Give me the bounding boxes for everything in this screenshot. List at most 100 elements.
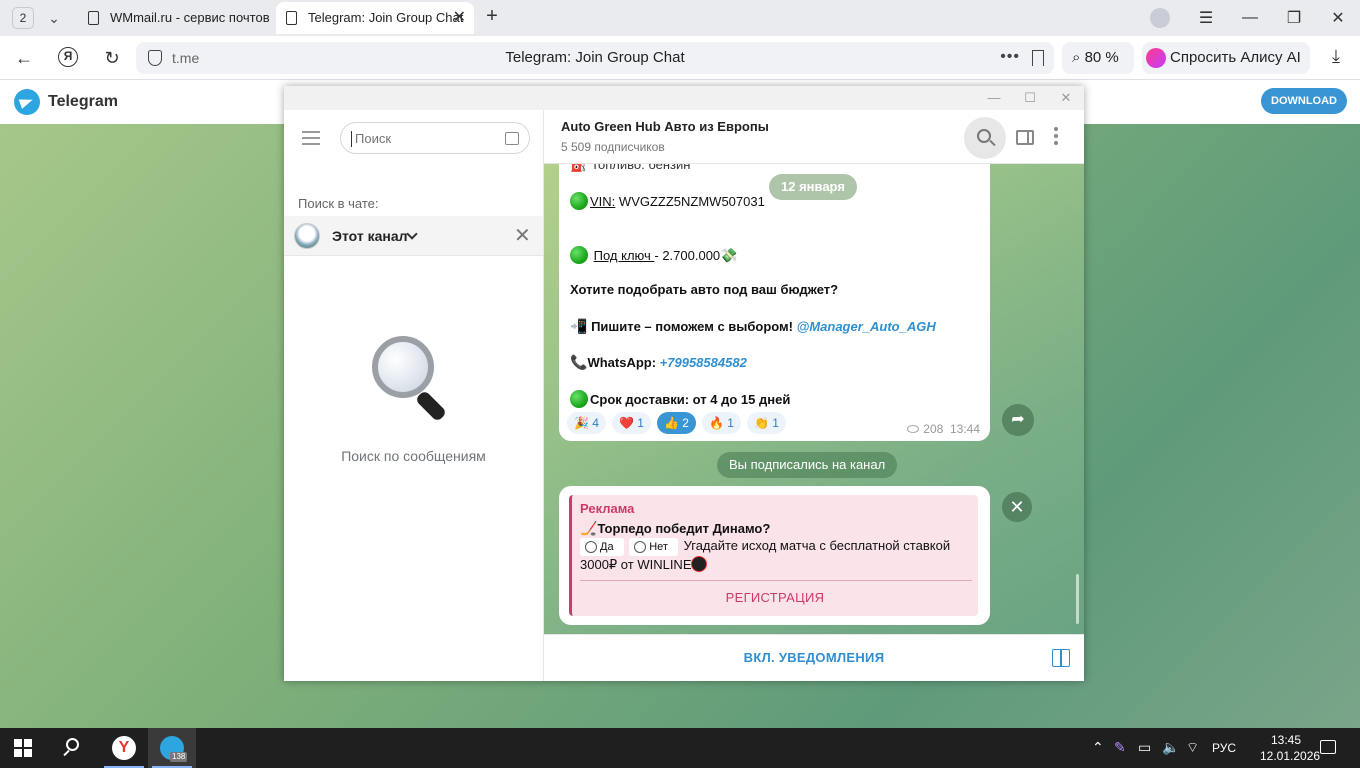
register-button[interactable]: РЕГИСТРАЦИЯ [572, 590, 978, 605]
reaction-party[interactable]: 🎉 4 [567, 412, 606, 434]
chat-messages-area[interactable]: ⛽ Топливо: бензин VIN: WVGZZZ5NZMW507031… [544, 164, 1084, 634]
reload-icon[interactable]: ↻ [100, 46, 124, 70]
new-tab-button[interactable]: + [480, 5, 504, 29]
clock[interactable]: 13:45 12.01.2026 [1260, 732, 1321, 764]
maximize-icon[interactable]: ☐ [1012, 86, 1048, 110]
option-yes[interactable]: Да [580, 538, 624, 556]
bookmark-icon[interactable] [1032, 50, 1044, 66]
magnifier-icon [372, 336, 456, 423]
menu-icon[interactable] [302, 131, 320, 145]
fuel-text: Топливо: бензин [591, 164, 691, 172]
whatsapp-number-link[interactable]: +79958584582 [660, 355, 747, 370]
search-field[interactable] [340, 122, 530, 154]
reaction-fire[interactable]: 🔥 1 [701, 412, 741, 434]
pen-icon[interactable]: ✎ [1114, 739, 1126, 756]
chevron-down-icon[interactable] [406, 228, 418, 240]
notifications-icon[interactable] [1320, 740, 1336, 754]
enable-notifications-button[interactable]: ВКЛ. УВЕДОМЛЕНИЯ [544, 635, 1084, 681]
zoom-level: 80 % [1084, 49, 1119, 66]
reactions-bar: 🎉 4 ❤️ 1 👍 2 🔥 1 👏 1 [567, 412, 786, 434]
whatsapp-label: WhatsApp: [587, 355, 657, 370]
battery-icon[interactable]: ▭ [1138, 739, 1151, 756]
tabs-dropdown-icon[interactable]: ⌄ [42, 7, 66, 29]
telegram-brand[interactable]: Telegram [48, 80, 118, 124]
green-circle-icon [570, 390, 588, 408]
yandex-browser-taskbar-button[interactable]: Y [100, 728, 148, 768]
clear-scope-icon[interactable]: ✕ [514, 216, 531, 256]
search-scope-row[interactable]: Этот канал ✕ [284, 216, 543, 256]
volume-icon[interactable]: 🔈 [1162, 739, 1179, 756]
browser-nav-bar: ← Я ↻ t.me Telegram: Join Group Chat •••… [0, 36, 1360, 80]
sidebar-toggle-icon[interactable] [1016, 130, 1034, 145]
reaction-heart[interactable]: ❤️ 1 [611, 412, 651, 434]
fire-icon: 🔥 [708, 416, 724, 430]
empty-search-text: Поиск по сообщениям [341, 448, 486, 464]
language-indicator[interactable]: РУС [1212, 728, 1236, 768]
profile-icon[interactable] [1150, 8, 1170, 28]
search-input[interactable] [355, 128, 495, 148]
minimize-icon[interactable]: — [976, 86, 1012, 110]
reaction-thumbs-up[interactable]: 👍 2 [656, 412, 696, 434]
money-icon: 💸 [720, 247, 738, 263]
subscriber-count: 5 509 подписчиков [561, 140, 665, 154]
winline-logo-icon [691, 556, 708, 572]
close-window-icon[interactable]: ✕ [1316, 8, 1360, 28]
document-icon [88, 11, 99, 25]
views-icon [907, 425, 920, 433]
manager-link[interactable]: @Manager_Auto_AGH [797, 319, 936, 334]
sponsored-message[interactable]: Реклама 🏒Торпедо победит Динамо? Да Нет … [559, 486, 990, 625]
chevron-up-icon[interactable]: ⌃ [1092, 739, 1104, 756]
close-tab-icon[interactable]: ✕ [453, 2, 466, 34]
restore-icon[interactable]: ❐ [1272, 8, 1316, 28]
alice-button[interactable]: Спросить Алису AI [1142, 42, 1310, 74]
zoom-button[interactable]: ⌕ 80 % [1062, 42, 1134, 74]
reaction-clap[interactable]: 👏 1 [746, 412, 786, 434]
delivery-line: Срок доставки: от 4 до 15 дней [570, 390, 790, 408]
download-button[interactable]: DOWNLOAD [1261, 88, 1347, 114]
more-vertical-icon[interactable] [1054, 127, 1058, 149]
party-icon: 🎉 [574, 416, 589, 430]
close-icon[interactable]: ✕ [1048, 86, 1084, 110]
heart-icon: ❤️ [618, 416, 634, 430]
chat-header: Auto Green Hub Авто из Европы 5 509 подп… [544, 110, 1084, 164]
views-count: 208 [923, 422, 944, 436]
channel-post[interactable]: ⛽ Топливо: бензин VIN: WVGZZZ5NZMW507031… [559, 164, 990, 441]
forward-icon[interactable]: ➦ [1002, 404, 1034, 436]
vin-label: VIN: [590, 194, 616, 209]
date-pill[interactable]: 12 января [769, 174, 857, 200]
close-ad-icon[interactable]: ✕ [1002, 492, 1032, 522]
windows-start-icon[interactable] [14, 739, 32, 757]
turnkey-line: Под ключ - 2.700.000💸 [570, 246, 738, 264]
tab-wmmail[interactable]: WMmail.ru - сервис почтов [78, 2, 274, 34]
downloads-icon[interactable]: ⤓ [1324, 46, 1348, 70]
scope-label: Этот канал [332, 228, 408, 244]
telegram-taskbar-button[interactable]: 138 [148, 728, 196, 768]
search-in-chat-label: Поиск в чате: [298, 196, 379, 211]
tab-telegram[interactable]: Telegram: Join Group Chat ✕ [276, 2, 474, 34]
back-icon[interactable]: ← [12, 46, 36, 70]
tab-count-button[interactable]: 2 [12, 7, 34, 29]
subscribed-notice: Вы подписались на канал [717, 452, 898, 478]
turnkey-label: Под ключ [593, 248, 655, 263]
menu-icon[interactable]: ☰ [1184, 8, 1228, 28]
scrollbar[interactable] [1076, 574, 1079, 624]
green-circle-icon [570, 246, 588, 264]
calendar-icon[interactable] [505, 132, 519, 145]
telegram-logo-icon[interactable] [14, 89, 40, 115]
option-no[interactable]: Нет [629, 538, 678, 556]
clock-date: 12.01.2026 [1260, 749, 1321, 763]
yandex-browser-icon: Y [112, 736, 136, 760]
reaction-count: 2 [682, 416, 689, 430]
minimize-icon[interactable]: — [1228, 9, 1272, 27]
yandex-icon[interactable]: Я [58, 47, 78, 67]
address-bar[interactable]: t.me Telegram: Join Group Chat ••• [136, 42, 1054, 74]
hockey-stick-icon: 🏒 [580, 520, 598, 536]
network-icon[interactable]: ⌔ [1186, 739, 1199, 757]
text-caret [351, 131, 352, 147]
search-icon[interactable] [62, 738, 82, 758]
gift-icon[interactable] [1052, 649, 1070, 667]
search-button[interactable] [964, 117, 1006, 159]
more-icon[interactable]: ••• [1000, 42, 1020, 72]
channel-name[interactable]: Auto Green Hub Авто из Европы [561, 119, 769, 134]
sponsored-card[interactable]: Реклама 🏒Торпедо победит Динамо? Да Нет … [569, 495, 978, 616]
